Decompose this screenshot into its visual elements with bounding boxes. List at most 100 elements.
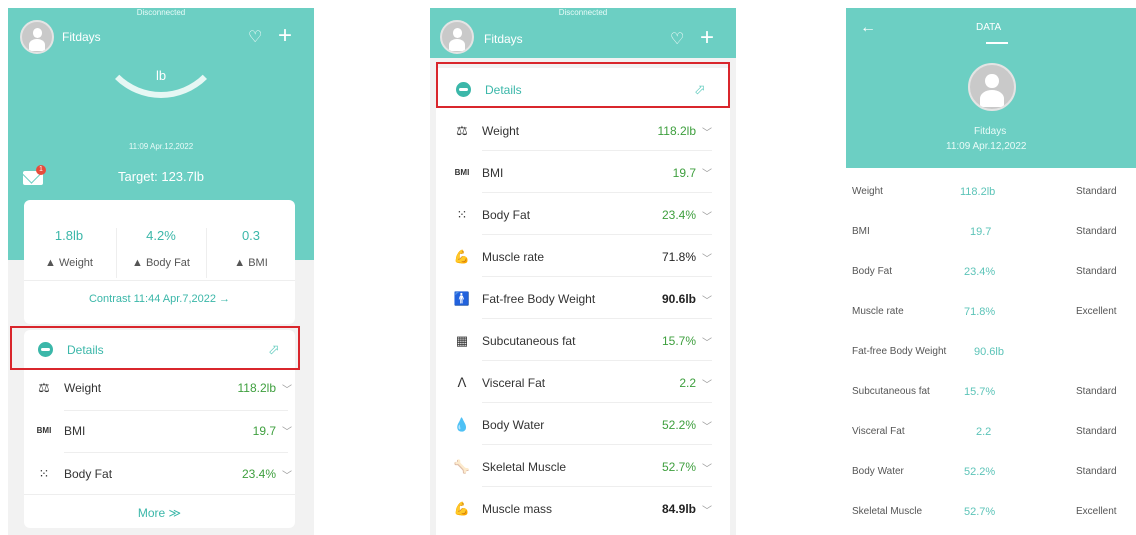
data-row-fat-free-weight: Fat-free Body Weight 90.6lb <box>836 332 1136 372</box>
metric-value: 52.2% <box>661 418 696 432</box>
data-row-body-fat: Body Fat 23.4% Standard <box>836 252 1136 292</box>
metric-value: 19.7 <box>672 165 696 180</box>
metric-label: Muscle mass <box>482 502 553 516</box>
row-status: Standard <box>1076 226 1117 237</box>
divider <box>482 234 712 235</box>
data-screen: ← DATA Fitdays 11:09 Apr.12,2022 Weight … <box>836 8 1136 535</box>
row-name: Weight <box>852 186 883 197</box>
heart-icon[interactable]: ♡ <box>670 30 684 50</box>
metric-row-body-fat[interactable]: ⁙ Body Fat 23.4% ﹀ <box>452 207 712 223</box>
metric-label: Body Fat <box>64 467 113 481</box>
chevron-down-icon: ﹀ <box>702 169 712 180</box>
metric-value: 118.2lb <box>237 381 276 395</box>
divider <box>482 276 712 277</box>
metric-row-subcutaneous-fat[interactable]: ▦ Subcutaneous fat 15.7% ﹀ <box>452 333 712 349</box>
divider <box>482 486 712 487</box>
chevron-down-icon: ﹀ <box>702 295 712 307</box>
divider <box>482 318 712 319</box>
row-value: 15.7% <box>964 386 996 398</box>
summary-screen: Disconnected Fitdays ♡ + lb 11:09 Apr.12… <box>8 8 314 535</box>
kg-weight-icon: ⚖ <box>38 380 50 395</box>
metric-label: Weight <box>482 124 520 138</box>
metric-row-skeletal-muscle[interactable]: 🦴 Skeletal Muscle 52.7% ﹀ <box>452 459 712 475</box>
metric-row-fat-free-weight[interactable]: 🚹 Fat-free Body Weight 90.6lb ﹀ <box>452 291 712 307</box>
body-water-icon: 💧 <box>453 417 471 432</box>
metric-value: 84.9lb <box>661 502 696 516</box>
row-name: Fat-free Body Weight <box>852 346 947 357</box>
stat-label: ▲ Body Fat <box>132 257 190 269</box>
metric-label: BMI <box>64 423 86 438</box>
metric-row-muscle-rate[interactable]: 💪 Muscle rate 71.8% ﹀ <box>452 249 712 265</box>
metric-value: 90.6lb <box>661 292 696 306</box>
metric-row-muscle-mass[interactable]: 💪 Muscle mass 84.9lb ﹀ <box>452 501 712 517</box>
metric-value: 23.4% <box>241 467 276 481</box>
skeletal-muscle-icon: 🦴 <box>453 459 471 474</box>
divider <box>482 150 712 151</box>
stat-bmi: 0.3 ▲ BMI <box>206 228 296 269</box>
row-status: Excellent <box>1076 506 1117 517</box>
heart-icon[interactable]: ♡ <box>248 28 262 48</box>
metric-row-weight[interactable]: ⚖ Weight 118.2lb ﹀ <box>34 380 292 396</box>
chevron-down-icon: ﹀ <box>282 384 292 396</box>
chevron-down-icon: ﹀ <box>702 463 712 475</box>
body-fat-icon: ⁙ <box>38 466 50 481</box>
row-status: Excellent <box>1076 306 1117 317</box>
metric-label: Body Water <box>482 418 545 432</box>
app-name: Fitdays <box>974 126 1007 137</box>
metric-label: BMI <box>482 165 504 180</box>
row-name: Muscle rate <box>852 306 904 317</box>
row-name: Body Fat <box>852 266 893 277</box>
kg-weight-icon: ⚖ <box>456 123 468 138</box>
row-value: 90.6lb <box>974 346 1004 358</box>
contrast-link[interactable]: Contrast 11:44 Apr.7,2022 → <box>24 293 295 305</box>
divider <box>24 280 295 281</box>
chevron-down-icon: ﹀ <box>702 337 712 349</box>
stat-value: 0.3 <box>241 228 261 243</box>
metric-label: Subcutaneous fat <box>482 334 576 348</box>
details-header-bar: Disconnected Fitdays ♡ + <box>430 8 736 58</box>
bmi-icon: BMI <box>454 168 470 177</box>
plus-icon[interactable]: + <box>700 26 714 50</box>
metric-value: 2.2 <box>679 376 696 390</box>
metric-row-bmi[interactable]: BMI BMI 19.7 ﹀ <box>34 423 292 439</box>
muscle-mass-icon: 💪 <box>453 501 471 516</box>
title-underline <box>986 42 1008 44</box>
metric-label: Muscle rate <box>482 250 545 264</box>
metric-row-visceral-fat[interactable]: ᐱ Visceral Fat 2.2 ﹀ <box>452 375 712 391</box>
more-button[interactable]: More ≫ <box>24 506 295 520</box>
details-list: Details ⬀ ⚖ Weight 118.2lb ﹀ BMI BMI 19.… <box>436 68 730 535</box>
chevron-down-icon: ﹀ <box>282 427 292 438</box>
connection-status: Disconnected <box>558 8 608 17</box>
chevron-down-icon: ﹀ <box>702 421 712 433</box>
connection-status: Disconnected <box>136 8 186 17</box>
data-row-subcutaneous-fat: Subcutaneous fat 15.7% Standard <box>836 372 1136 412</box>
metric-row-weight[interactable]: ⚖ Weight 118.2lb ﹀ <box>452 123 712 139</box>
metric-label: Fat-free Body Weight <box>482 292 596 306</box>
data-row-skeletal-muscle: Skeletal Muscle 52.7% Excellent <box>836 492 1136 532</box>
chevron-down-icon: ﹀ <box>282 470 292 482</box>
row-name: Visceral Fat <box>852 426 905 437</box>
plus-icon[interactable]: + <box>278 24 292 48</box>
metric-row-bmi[interactable]: BMI BMI 19.7 ﹀ <box>452 165 712 181</box>
data-row-weight: Weight 118.2lb Standard <box>836 172 1136 212</box>
metric-row-body-fat[interactable]: ⁙ Body Fat 23.4% ﹀ <box>34 466 292 482</box>
row-name: Body Water <box>852 466 904 477</box>
change-card: 1.8lb ▲ Weight 4.2% ▲ Body Fat 0.3 ▲ BMI… <box>24 200 295 324</box>
metric-row-body-water[interactable]: 💧 Body Water 52.2% ﹀ <box>452 417 712 433</box>
row-status: Standard <box>1076 186 1117 197</box>
muscle-rate-icon: 💪 <box>453 249 471 264</box>
avatar[interactable] <box>440 20 474 54</box>
metric-value: 19.7 <box>252 423 276 438</box>
chevron-down-icon: ﹀ <box>702 127 712 139</box>
app-name: Fitdays <box>62 30 101 44</box>
subcutaneous-fat-icon: ▦ <box>455 333 469 348</box>
divider <box>24 494 295 495</box>
highlight-box <box>10 326 300 370</box>
avatar[interactable] <box>20 20 54 54</box>
metric-value: 15.7% <box>661 334 696 348</box>
chevron-down-icon: ﹀ <box>702 253 712 265</box>
stat-weight: 1.8lb ▲ Weight <box>24 228 114 269</box>
details-screen: Disconnected Fitdays ♡ + Details ⬀ ⚖ Wei… <box>430 8 736 535</box>
divider <box>482 402 712 403</box>
back-arrow-icon[interactable]: ← <box>860 18 876 38</box>
